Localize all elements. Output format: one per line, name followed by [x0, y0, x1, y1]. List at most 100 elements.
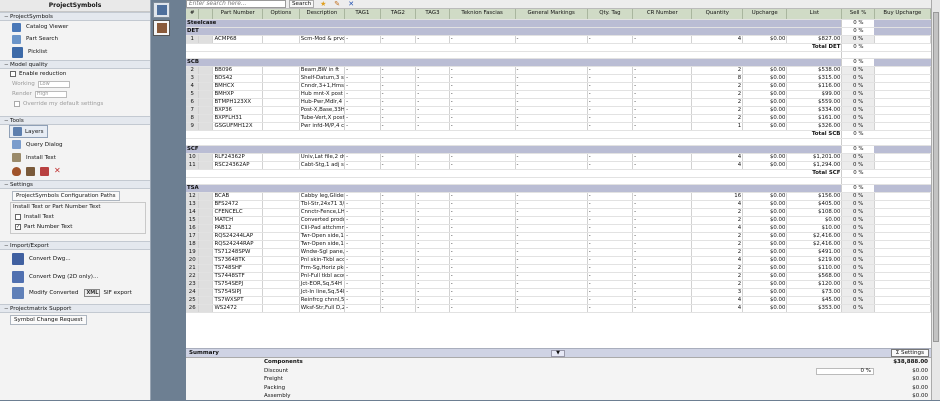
list-cell[interactable]: $156.00 [786, 192, 843, 202]
tag1-cell[interactable]: - [344, 82, 381, 91]
tag2-cell[interactable]: - [380, 248, 417, 258]
part-number-cell[interactable]: BMHCX [212, 82, 264, 91]
options-cell[interactable] [262, 248, 300, 258]
cr-number-cell[interactable]: - [632, 232, 693, 242]
quantity-cell[interactable]: 1 [691, 122, 744, 131]
buy-upcharge-cell[interactable] [874, 161, 932, 171]
cr-number-cell[interactable]: - [632, 240, 693, 250]
part-number-cell[interactable]: RQS24244RAP [212, 240, 264, 250]
table-row[interactable]: 2 BB096 Beam,BW in ft - - - - - - -2 $0.00 $538.00 0… [186, 66, 932, 75]
column-header[interactable] [198, 9, 214, 20]
part-number-cell[interactable]: RSC24362AP [212, 161, 264, 171]
tag1-cell[interactable]: - [344, 272, 381, 282]
quantity-cell[interactable]: 4 [691, 153, 744, 163]
cr-number-cell[interactable]: - [632, 114, 693, 123]
tag3-cell[interactable]: - [415, 82, 450, 91]
options-cell[interactable] [262, 200, 300, 210]
list-cell[interactable]: $116.00 [786, 82, 843, 91]
buy-upcharge-cell[interactable] [874, 232, 932, 242]
tag3-cell[interactable]: - [415, 192, 450, 202]
upcharge-cell[interactable]: $0.00 [742, 272, 788, 282]
upcharge-cell[interactable]: $0.00 [742, 232, 788, 242]
cr-number-cell[interactable]: - [632, 153, 693, 163]
options-cell[interactable] [262, 264, 300, 274]
options-cell[interactable] [262, 98, 300, 107]
tag2-cell[interactable]: - [380, 122, 417, 131]
quantity-cell[interactable]: 4 [691, 256, 744, 266]
cr-number-cell[interactable]: - [632, 296, 693, 306]
tag1-cell[interactable]: - [344, 122, 381, 131]
fascias-cell[interactable]: - [449, 90, 516, 99]
cr-number-cell[interactable]: - [632, 74, 693, 83]
upcharge-cell[interactable]: $0.00 [742, 304, 788, 314]
sell-percent-cell[interactable]: 0 % [841, 74, 875, 83]
install-text-checkbox[interactable]: Install Text [13, 212, 145, 222]
options-cell[interactable] [262, 114, 300, 123]
cr-number-cell[interactable]: - [632, 216, 693, 226]
row-selector[interactable] [198, 200, 214, 210]
column-header[interactable]: General Markings [515, 9, 588, 20]
list-cell[interactable]: $315.00 [786, 74, 843, 83]
qty-tag-cell[interactable]: - [587, 208, 634, 218]
tag3-cell[interactable]: - [415, 240, 450, 250]
fascias-cell[interactable]: - [449, 98, 516, 107]
upcharge-cell[interactable]: $0.00 [742, 208, 788, 218]
quantity-cell[interactable]: 4 [691, 200, 744, 210]
markings-cell[interactable]: - [515, 280, 588, 290]
part-number-cell[interactable]: GSGUFMH12X [212, 122, 264, 131]
tag2-cell[interactable]: - [380, 161, 417, 171]
tag2-cell[interactable]: - [380, 264, 417, 274]
list-cell[interactable]: $161.00 [786, 114, 843, 123]
fascias-cell[interactable]: - [449, 82, 516, 91]
upcharge-cell[interactable]: $0.00 [742, 153, 788, 163]
list-cell[interactable]: $405.00 [786, 200, 843, 210]
tag2-cell[interactable]: - [380, 304, 417, 314]
buy-upcharge-cell[interactable] [874, 200, 932, 210]
sell-percent-cell[interactable]: 0 % [841, 264, 875, 274]
options-cell[interactable] [262, 106, 300, 115]
cr-number-cell[interactable]: - [632, 272, 693, 282]
markings-cell[interactable]: - [515, 114, 588, 123]
upcharge-cell[interactable]: $0.00 [742, 248, 788, 258]
table-row[interactable]: 15MATCHConverted product r-------2$0.00$… [186, 216, 932, 226]
table-row[interactable]: 18RQS24244RAPTwr-Open side,1 ad-------2$… [186, 240, 932, 250]
row-selector[interactable] [198, 208, 214, 218]
description-cell[interactable]: Scm-Mod & prvcy,C [299, 35, 346, 44]
tag3-cell[interactable]: - [415, 272, 450, 282]
tag2-cell[interactable]: - [380, 90, 417, 99]
tag3-cell[interactable]: - [415, 114, 450, 123]
fascias-cell[interactable]: - [449, 153, 516, 163]
options-cell[interactable] [262, 66, 300, 75]
buy-upcharge-cell[interactable] [874, 256, 932, 266]
upcharge-cell[interactable]: $0.00 [742, 192, 788, 202]
description-cell[interactable]: Frm-Sg,Horiz pkg,6 [299, 264, 346, 274]
pin-icon[interactable] [26, 166, 35, 176]
quantity-cell[interactable]: 2 [691, 82, 744, 91]
row-selector[interactable] [198, 240, 214, 250]
qty-tag-cell[interactable]: - [587, 82, 634, 91]
fascias-cell[interactable]: - [449, 256, 516, 266]
tag3-cell[interactable]: - [415, 264, 450, 274]
convert-dwg-2d-item[interactable]: Convert Dwg (2D only)... [0, 268, 150, 286]
tag3-cell[interactable]: - [415, 296, 450, 306]
configuration-paths-button[interactable]: ProjectSymbols Configuration Paths [12, 191, 120, 201]
sell-percent-cell[interactable]: 0 % [841, 161, 875, 171]
fascias-cell[interactable]: - [449, 66, 516, 75]
row-selector[interactable] [198, 114, 214, 123]
buy-upcharge-cell[interactable] [874, 90, 932, 99]
description-cell[interactable]: Cabt-Stg,1 adj shelf [299, 161, 346, 171]
markings-cell[interactable]: - [515, 256, 588, 266]
markings-cell[interactable]: - [515, 296, 588, 306]
tag1-cell[interactable]: - [344, 153, 381, 163]
markings-cell[interactable]: - [515, 122, 588, 131]
cr-number-cell[interactable]: - [632, 192, 693, 202]
options-cell[interactable] [262, 161, 300, 171]
qty-tag-cell[interactable]: - [587, 74, 634, 83]
tag1-cell[interactable]: - [344, 161, 381, 171]
tag2-cell[interactable]: - [380, 224, 417, 234]
table-row[interactable]: 7 BXP36 Post-X,Base,33H - - - - - - -2 $0.00 $334.0… [186, 106, 932, 115]
fascias-cell[interactable]: - [449, 74, 516, 83]
tag1-cell[interactable]: - [344, 216, 381, 226]
options-cell[interactable] [262, 256, 300, 266]
description-cell[interactable]: Cabby leg,Glides,2d [299, 192, 346, 202]
